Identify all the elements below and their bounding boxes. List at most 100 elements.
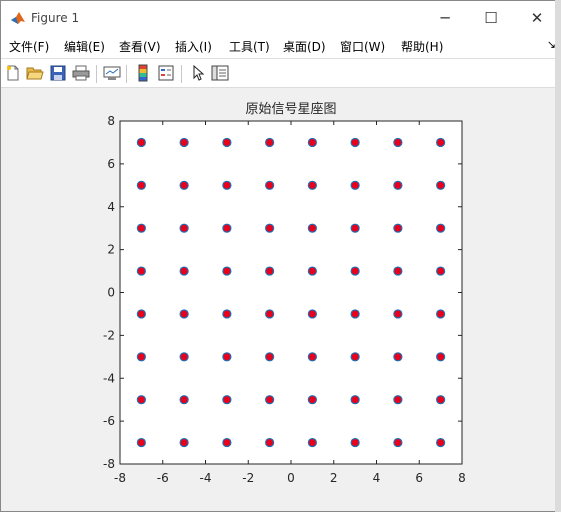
constellation-point [222, 223, 232, 233]
toolbar-separator [126, 65, 127, 83]
chart-title: 原始信号星座图 [245, 102, 336, 117]
constellation-point [136, 309, 146, 319]
x-tick-label: -6 [157, 471, 169, 485]
constellation-point [436, 352, 446, 362]
constellation-point [179, 352, 189, 362]
y-tick-label: -2 [103, 328, 115, 342]
constellation-point [436, 137, 446, 148]
menu-tools[interactable]: 工具(T) [229, 38, 270, 55]
constellation-point [265, 395, 275, 405]
constellation-point [350, 137, 360, 148]
constellation-point [436, 180, 446, 190]
minimize-button[interactable]: ─ [422, 1, 468, 34]
constellation-point [136, 437, 146, 448]
constellation-point [265, 137, 275, 148]
x-tick-label: -8 [114, 471, 126, 485]
y-tick-label: 6 [107, 157, 115, 171]
constellation-point [265, 180, 275, 190]
constellation-point [350, 180, 360, 190]
constellation-point [307, 223, 317, 233]
constellation-point [136, 266, 146, 276]
title-bar[interactable]: Figure 1 ─ ☐ ✕ [1, 1, 560, 34]
constellation-point [222, 309, 232, 319]
constellation-point [350, 395, 360, 405]
x-tick-label: 4 [373, 471, 381, 485]
constellation-point [222, 266, 232, 276]
constellation-point [350, 437, 360, 448]
constellation-point [222, 437, 232, 448]
menu-help[interactable]: 帮助(H) [401, 38, 443, 55]
constellation-point [307, 266, 317, 276]
constellation-point [307, 180, 317, 190]
constellation-point [265, 309, 275, 319]
x-tick-label: -4 [200, 471, 212, 485]
x-tick-label: 0 [287, 471, 295, 485]
menu-edit[interactable]: 编辑(E) [64, 38, 105, 55]
y-tick-label: 4 [107, 200, 115, 214]
y-tick-label: -6 [103, 414, 115, 428]
toolbar-separator [96, 65, 97, 83]
constellation-point [136, 137, 146, 148]
constellation-point [265, 223, 275, 233]
constellation-point [350, 352, 360, 362]
constellation-point [436, 223, 446, 233]
figure-canvas[interactable]: 原始信号星座图 -8 -6 -4 -2 0 2 4 6 8 8 6 4 2 0 -2 -4 -6 -8 [1, 87, 561, 501]
close-button[interactable]: ✕ [514, 1, 560, 34]
y-tick-label: 8 [107, 114, 115, 128]
save-icon[interactable] [48, 63, 68, 83]
background-window-edge [555, 0, 561, 512]
menu-desktop[interactable]: 桌面(D) [283, 38, 326, 55]
constellation-point [307, 309, 317, 319]
maximize-button[interactable]: ☐ [468, 1, 514, 34]
constellation-point [350, 266, 360, 276]
constellation-point [393, 180, 403, 190]
constellation-point [393, 266, 403, 276]
open-file-icon[interactable] [25, 63, 45, 83]
constellation-point [436, 395, 446, 405]
menu-file[interactable]: 文件(F) [9, 38, 49, 55]
x-tick-label: 8 [458, 471, 466, 485]
constellation-point [179, 309, 189, 319]
toolbar-separator [181, 65, 182, 83]
y-tick-label: -4 [103, 371, 115, 385]
constellation-point [393, 223, 403, 233]
menu-view[interactable]: 查看(V) [119, 38, 161, 55]
new-figure-icon[interactable] [3, 63, 23, 83]
constellation-point [136, 395, 146, 405]
constellation-point [179, 180, 189, 190]
constellation-point [307, 395, 317, 405]
x-tick-label: -2 [242, 471, 254, 485]
constellation-point [179, 223, 189, 233]
constellation-point [136, 352, 146, 362]
menu-window[interactable]: 窗口(W) [340, 38, 385, 55]
constellation-point [393, 395, 403, 405]
constellation-point [265, 266, 275, 276]
legend-icon[interactable] [156, 63, 176, 83]
constellation-point [136, 223, 146, 233]
menu-insert[interactable]: 插入(I) [175, 38, 212, 55]
pointer-icon[interactable] [188, 63, 208, 83]
constellation-point [393, 137, 403, 148]
constellation-point [307, 137, 317, 148]
colorbar-icon[interactable] [133, 63, 153, 83]
constellation-point [307, 437, 317, 448]
constellation-point [436, 309, 446, 319]
window-title: Figure 1 [31, 11, 80, 25]
constellation-point [222, 180, 232, 190]
constellation-point [350, 223, 360, 233]
y-tick-label: 2 [107, 243, 115, 257]
constellation-point [436, 266, 446, 276]
constellation-point [393, 309, 403, 319]
link-plot-icon[interactable] [102, 63, 122, 83]
constellation-point [393, 437, 403, 448]
constellation-point [179, 395, 189, 405]
property-inspector-icon[interactable] [210, 63, 230, 83]
x-tick-label: 2 [330, 471, 338, 485]
constellation-point [222, 395, 232, 405]
print-icon[interactable] [71, 63, 91, 83]
axes-box[interactable] [119, 120, 463, 465]
constellation-point [222, 137, 232, 148]
menu-bar: 文件(F) 编辑(E) 查看(V) 插入(I) 工具(T) 桌面(D) 窗口(W… [1, 34, 560, 59]
y-tick-label: 0 [107, 286, 115, 300]
constellation-point [307, 352, 317, 362]
